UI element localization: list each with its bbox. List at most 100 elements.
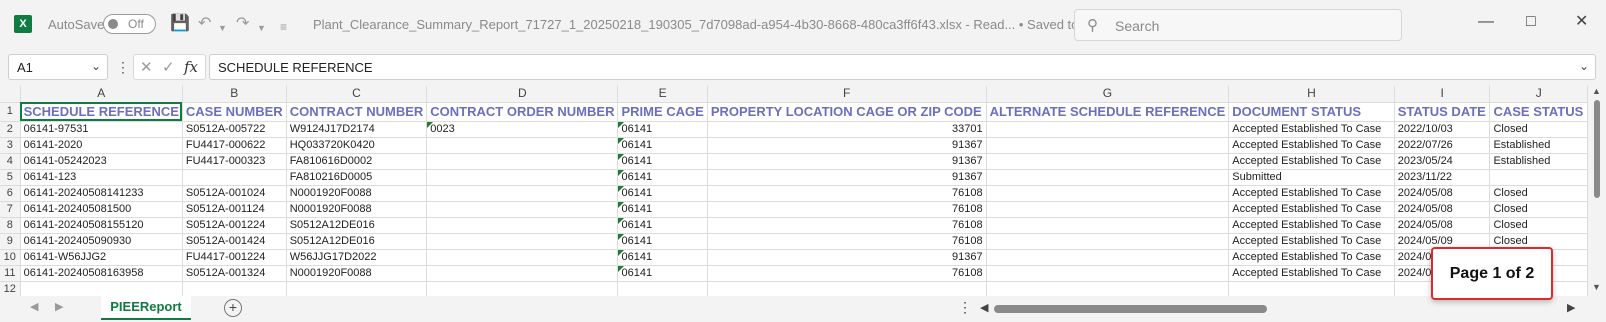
table-cell[interactable]	[182, 281, 287, 296]
table-cell[interactable]	[426, 137, 619, 154]
table-cell[interactable]: 91367	[707, 169, 987, 186]
table-cell[interactable]: 76108	[707, 201, 987, 218]
table-cell[interactable]: 76108	[707, 265, 987, 282]
column-header[interactable]: F	[707, 86, 987, 103]
table-cell[interactable]: 06141	[617, 217, 708, 234]
table-cell[interactable]: S0512A12DE016	[286, 217, 428, 234]
table-cell[interactable]	[986, 265, 1230, 282]
table-cell[interactable]: 76108	[707, 217, 987, 234]
table-cell[interactable]	[426, 153, 619, 170]
table-cell[interactable]: 2023/05/24	[1394, 153, 1491, 170]
column-header[interactable]: D	[426, 86, 619, 103]
table-cell[interactable]	[426, 185, 619, 202]
minimize-icon[interactable]: —	[1478, 12, 1494, 32]
table-cell[interactable]: Accepted Established To Case	[1228, 153, 1395, 170]
table-cell[interactable]: S0512A-001124	[182, 201, 287, 218]
table-cell[interactable]: 2024/05/08	[1394, 217, 1491, 234]
table-cell[interactable]: S0512A-001224	[182, 217, 287, 234]
header-cell[interactable]: CASE STATUS	[1489, 102, 1588, 122]
row-header[interactable]: 6	[0, 185, 21, 202]
table-cell[interactable]: W56JJG17D2022	[286, 249, 428, 266]
name-box[interactable]: A1 ⌄	[8, 54, 108, 80]
table-cell[interactable]: 06141	[617, 137, 708, 154]
sheet-tab-pieereport[interactable]: PIEEReport	[101, 296, 191, 320]
table-cell[interactable]	[986, 249, 1230, 266]
search-box[interactable]: ⚲ Search	[1074, 9, 1402, 41]
more-options-icon[interactable]: ⋮	[958, 299, 972, 316]
table-cell[interactable]: Accepted Established To Case	[1228, 185, 1395, 202]
table-cell[interactable]: 06141-123	[20, 169, 183, 186]
table-cell[interactable]: 06141	[617, 121, 708, 138]
customize-toolbar-icon[interactable]: ≡	[280, 17, 287, 37]
column-header[interactable]: J	[1489, 86, 1588, 103]
column-header[interactable]: I	[1394, 86, 1491, 103]
close-icon[interactable]: ✕	[1575, 12, 1588, 32]
row-header[interactable]: 1	[0, 102, 21, 122]
table-cell[interactable]	[426, 265, 619, 282]
table-cell[interactable]	[986, 201, 1230, 218]
table-cell[interactable]	[986, 137, 1230, 154]
table-cell[interactable]: S0512A-001324	[182, 265, 287, 282]
table-cell[interactable]: Accepted Established To Case	[1228, 265, 1395, 282]
table-cell[interactable]: 2024/05/08	[1394, 185, 1491, 202]
table-cell[interactable]	[986, 169, 1230, 186]
table-cell[interactable]	[986, 217, 1230, 234]
table-cell[interactable]	[426, 249, 619, 266]
table-cell[interactable]: 06141-202405090930	[20, 233, 183, 250]
header-cell[interactable]: PRIME CAGE	[617, 102, 708, 122]
table-cell[interactable]: 2024/05/08	[1394, 201, 1491, 218]
table-cell[interactable]: 06141	[617, 185, 708, 202]
row-header[interactable]: 11	[0, 265, 21, 282]
table-cell[interactable]	[986, 185, 1230, 202]
table-cell[interactable]: Established	[1489, 137, 1588, 154]
table-cell[interactable]: Accepted Established To Case	[1228, 249, 1395, 266]
table-cell[interactable]	[286, 281, 428, 296]
table-cell[interactable]: Closed	[1489, 217, 1588, 234]
table-cell[interactable]	[182, 169, 287, 186]
table-cell[interactable]: S0512A-001424	[182, 233, 287, 250]
table-cell[interactable]	[1489, 169, 1588, 186]
header-cell[interactable]: CONTRACT ORDER NUMBER	[426, 102, 619, 122]
table-cell[interactable]: Closed	[1489, 201, 1588, 218]
table-cell[interactable]: 06141-2020	[20, 137, 183, 154]
undo-icon[interactable]: ↶	[198, 14, 211, 34]
table-cell[interactable]: S0512A12DE016	[286, 233, 428, 250]
select-all-corner[interactable]	[0, 86, 21, 103]
table-cell[interactable]	[426, 233, 619, 250]
table-cell[interactable]: 06141	[617, 153, 708, 170]
table-cell[interactable]: 76108	[707, 185, 987, 202]
table-cell[interactable]: W9124J17D2174	[286, 121, 428, 138]
row-header[interactable]: 4	[0, 153, 21, 170]
table-cell[interactable]	[986, 121, 1230, 138]
table-cell[interactable]	[1228, 281, 1395, 296]
table-cell[interactable]: N0001920F0088	[286, 185, 428, 202]
header-cell[interactable]: DOCUMENT STATUS	[1228, 102, 1395, 122]
horizontal-scroll-thumb[interactable]	[994, 305, 1267, 313]
table-cell[interactable]: N0001920F0088	[286, 265, 428, 282]
undo-dropdown-icon[interactable]: ▼	[218, 18, 227, 38]
spreadsheet-grid[interactable]: A B C D E F G H I J 1 SCHEDULE REFERENCE…	[0, 86, 1588, 296]
column-header[interactable]: A	[20, 86, 183, 103]
table-cell[interactable]: FU4417-000622	[182, 137, 287, 154]
table-cell[interactable]: Established	[1489, 153, 1588, 170]
table-cell[interactable]: 06141-05242023	[20, 153, 183, 170]
table-cell[interactable]	[986, 281, 1230, 296]
header-cell[interactable]: STATUS DATE	[1394, 102, 1491, 122]
row-header[interactable]: 3	[0, 137, 21, 154]
table-cell[interactable]	[986, 153, 1230, 170]
column-header[interactable]: G	[986, 86, 1230, 103]
row-header[interactable]: 7	[0, 201, 21, 218]
cell-grid[interactable]: A B C D E F G H I J 1 SCHEDULE REFERENCE…	[0, 86, 1588, 296]
table-cell[interactable]: 0023	[426, 121, 619, 138]
vertical-scroll-thumb[interactable]	[1594, 100, 1600, 198]
row-header[interactable]: 5	[0, 169, 21, 186]
table-cell[interactable]	[617, 281, 708, 296]
header-cell[interactable]: PROPERTY LOCATION CAGE OR ZIP CODE	[707, 102, 987, 122]
table-cell[interactable]	[426, 281, 619, 296]
scroll-down-icon[interactable]: ▼	[1592, 282, 1601, 292]
row-header[interactable]: 8	[0, 217, 21, 234]
scroll-left-icon[interactable]: ◀	[980, 301, 988, 314]
vertical-scrollbar[interactable]: ▲ ▼	[1588, 86, 1606, 296]
expand-formula-icon[interactable]: ⌄	[1579, 59, 1589, 73]
table-cell[interactable]: 06141-W56JJG2	[20, 249, 183, 266]
